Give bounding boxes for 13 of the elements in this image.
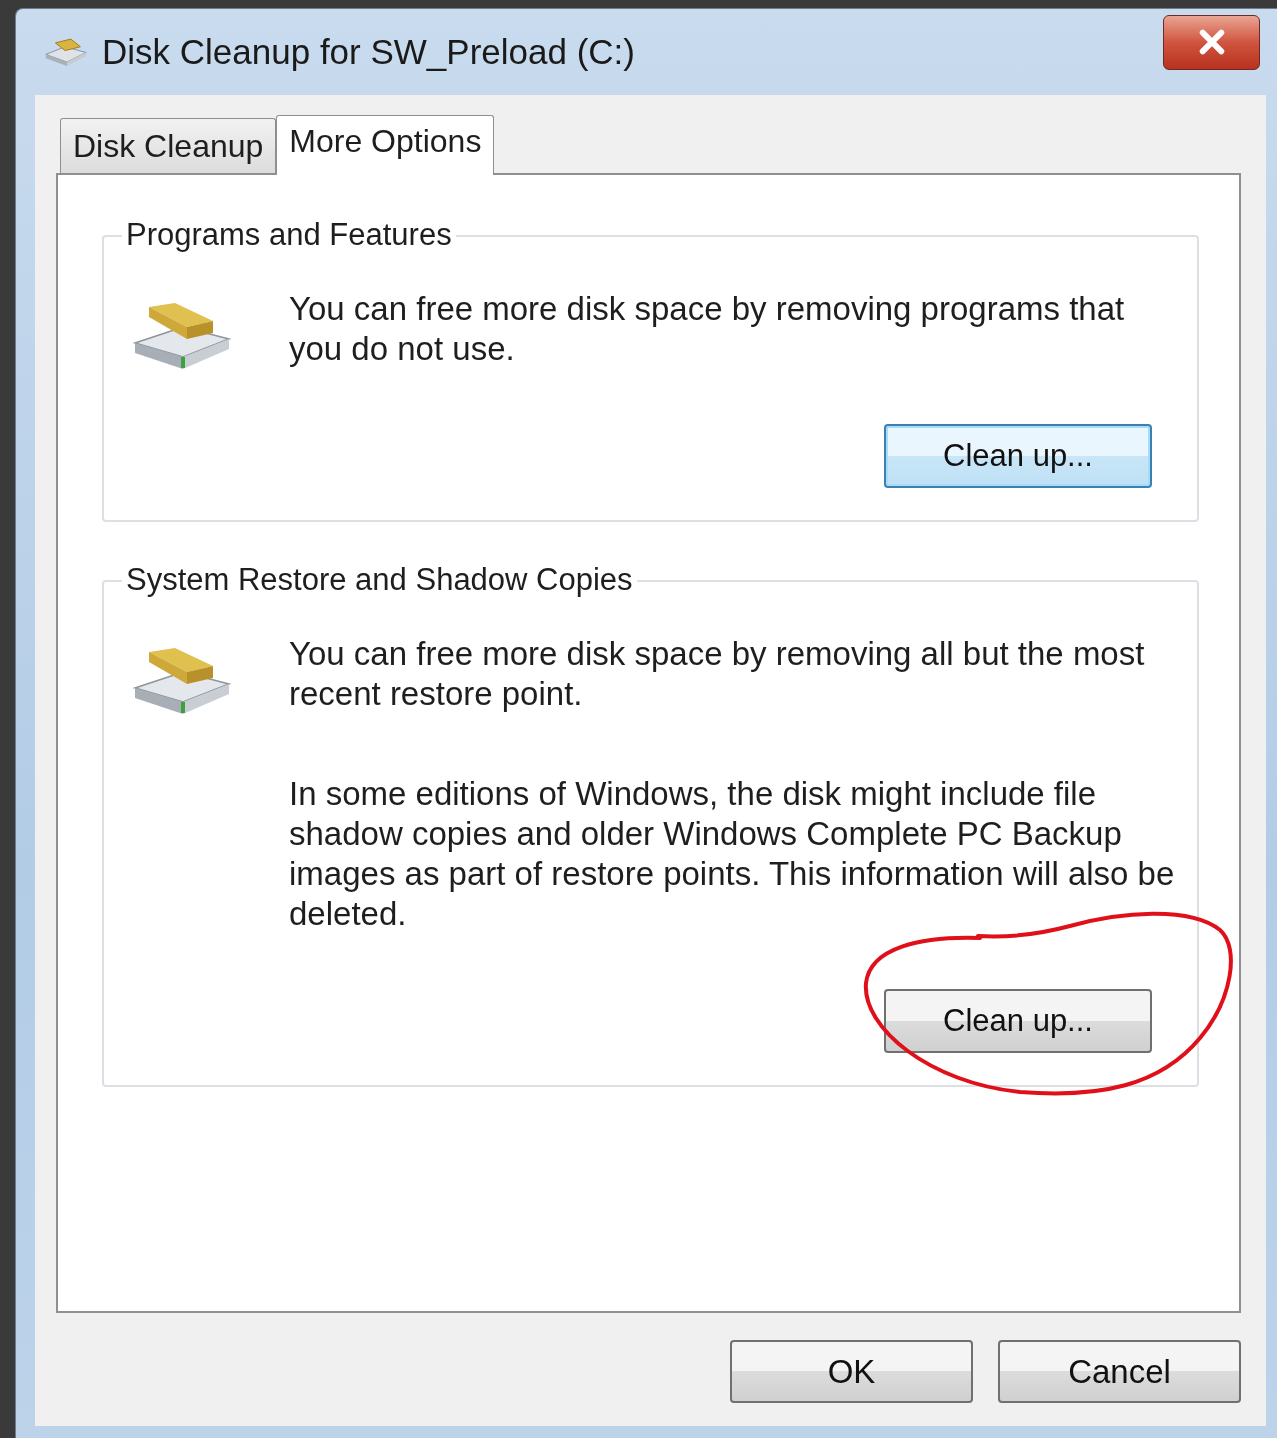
disk-cleanup-icon	[42, 36, 90, 68]
tab[interactable]: More Options	[276, 115, 495, 175]
description-text: You can free more disk space by removing all but the most recent restore point.	[289, 634, 1146, 714]
tab[interactable]: Disk Cleanup	[60, 118, 277, 173]
window-title: Disk Cleanup for SW_Preload (C:)	[102, 32, 635, 72]
clean-up-button[interactable]: Clean up...	[884, 424, 1152, 488]
close-icon	[1197, 28, 1226, 56]
description-text: In some editions of Windows, the disk might include file shadow copies and older Windows Complete PC Backup images as part of restore points. This information will also be deleted.	[289, 774, 1176, 934]
dialog-button[interactable]: OK	[730, 1340, 973, 1403]
dialog-button[interactable]: Cancel	[998, 1340, 1241, 1403]
clean-up-button[interactable]: Clean up...	[884, 989, 1152, 1053]
description-text: You can free more disk space by removing programs that you do not use.	[289, 289, 1126, 369]
close-button[interactable]	[1163, 14, 1260, 70]
